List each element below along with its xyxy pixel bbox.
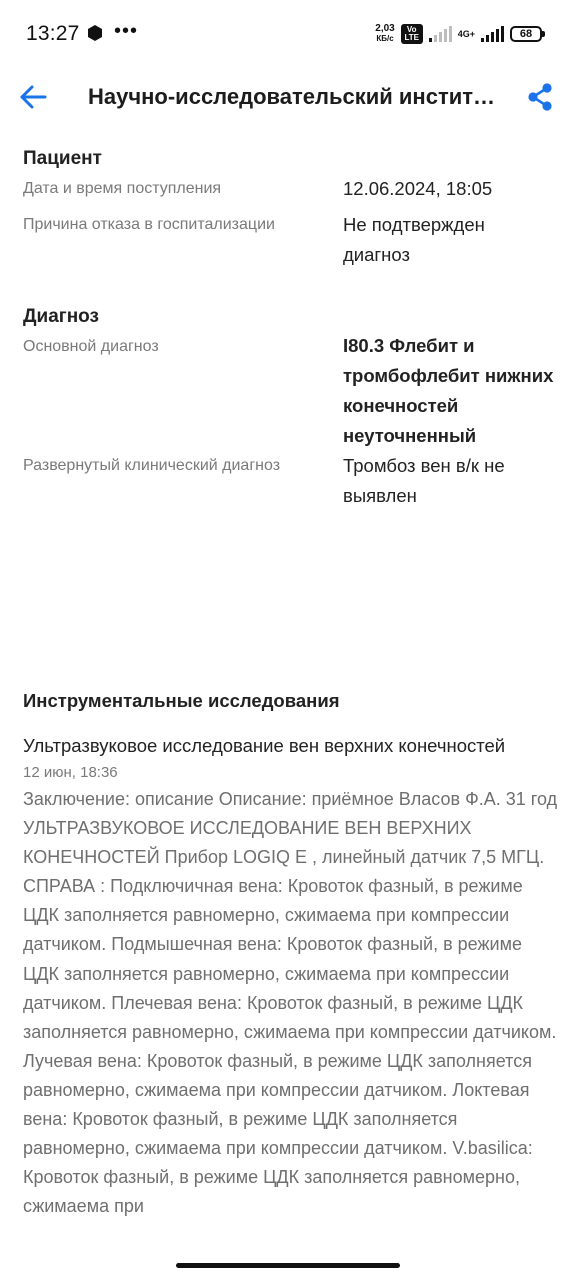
- network-speed: 2,03 КБ/с: [375, 24, 394, 44]
- share-icon[interactable]: [526, 82, 554, 112]
- notification-app-icon: [88, 25, 102, 41]
- main-diagnosis-label: Основной диагноз: [23, 338, 159, 355]
- more-notifications-icon: •••: [114, 20, 139, 42]
- home-indicator[interactable]: [176, 1263, 400, 1268]
- study-date: 12 июн, 18:36: [23, 764, 118, 781]
- study-conclusion-text: Заключение: описание Описание: приёмное …: [23, 789, 558, 1217]
- status-bar: 13:27 ••• 2,03 КБ/с Vo LTE 4G+ 68: [0, 0, 576, 68]
- network-speed-unit: КБ/с: [376, 34, 394, 43]
- study-title[interactable]: Ультразвуковое исследование вен верхних …: [23, 735, 505, 757]
- clinical-diagnosis-value: Тромбоз вен в/к не выявлен: [343, 455, 505, 506]
- volte-icon: Vo LTE: [400, 24, 423, 44]
- battery-icon: 68: [510, 26, 545, 42]
- status-indicators: 2,03 КБ/с Vo LTE 4G+ 68: [375, 22, 545, 46]
- signal-1-icon: [428, 26, 452, 42]
- clinical-diagnosis-label: Развернутый клинический диагноз: [23, 457, 281, 474]
- refusal-reason-label: Причина отказа в госпитализации: [23, 216, 275, 233]
- signal-2-icon: [481, 26, 504, 42]
- network-type: 4G+: [457, 28, 475, 39]
- admission-datetime-label: Дата и время поступления: [23, 180, 222, 197]
- section-title-patient: Пациент: [23, 148, 102, 169]
- clock: 13:27: [26, 22, 80, 45]
- admission-datetime-value: 12.06.2024, 18:05: [343, 178, 493, 199]
- refusal-reason-value: Не подтвержден диагноз: [343, 214, 485, 265]
- page-title: Научно-исследовательский инстит…: [88, 84, 496, 109]
- app-bar: Научно-исследовательский инстит…: [0, 68, 576, 128]
- network-speed-value: 2,03: [375, 23, 395, 34]
- arrow-left-icon[interactable]: [18, 82, 48, 112]
- section-title-instrumental: Инструментальные исследования: [23, 690, 340, 711]
- section-title-diagnosis: Диагноз: [23, 306, 99, 327]
- main-diagnosis-value: I80.3 Флебит и тромбофлебит нижних конеч…: [343, 335, 554, 446]
